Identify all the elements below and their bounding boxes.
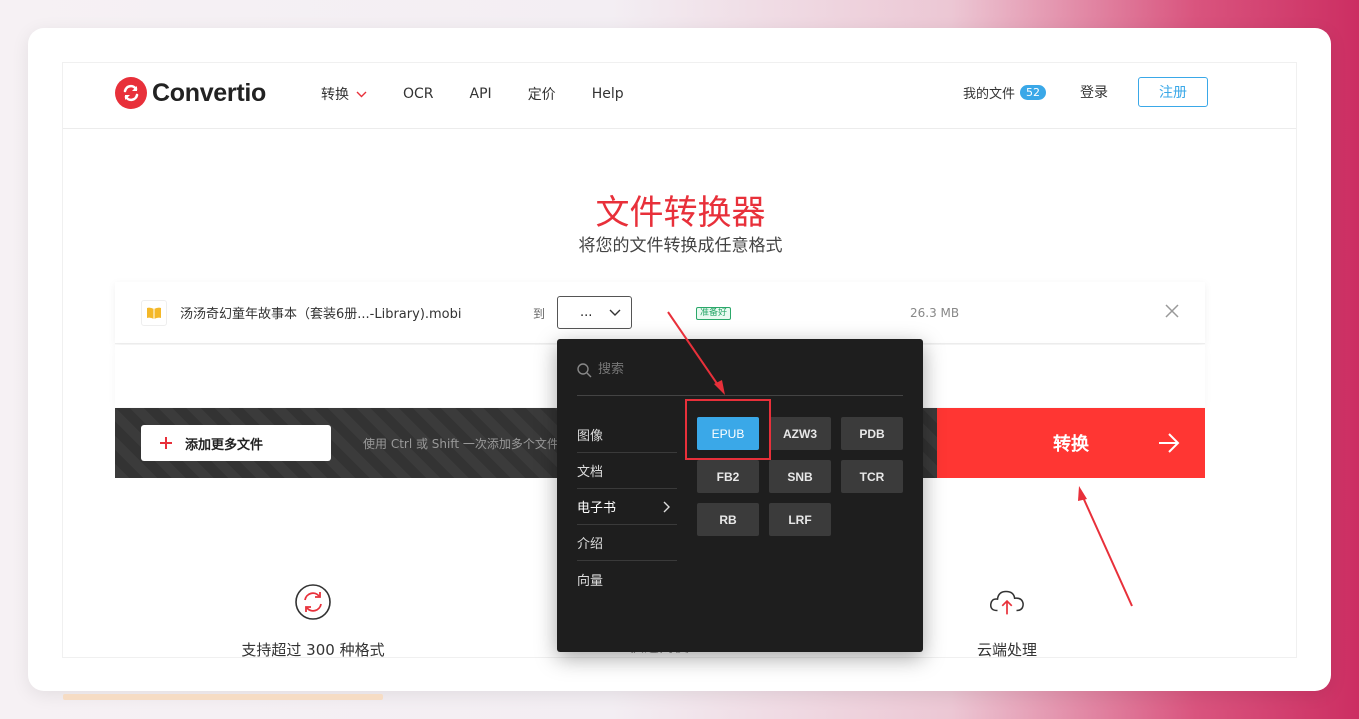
multi-select-hint: 使用 Ctrl 或 Shift 一次添加多个文件 (363, 437, 559, 451)
chevron-down-icon (609, 309, 621, 316)
status-badge: 准备好 (696, 307, 732, 320)
my-files-link[interactable]: 我的文件 52 (963, 83, 1046, 102)
logo-icon (115, 77, 147, 109)
logo-text: Convertio (152, 78, 266, 107)
page-subtitle: 将您的文件转换成任意格式 (578, 236, 783, 256)
feature-formats: 支持超过 300 种格式 (203, 583, 423, 658)
annotation-highlight-box (685, 399, 771, 460)
convertio-logo[interactable]: Convertio (115, 77, 266, 109)
plus-icon (160, 437, 172, 449)
category-presentation[interactable]: 介绍 (577, 525, 677, 561)
feature-cloud: 云端处理 (897, 583, 1117, 658)
cloud-upload-icon (989, 590, 1024, 615)
chevron-down-icon (356, 91, 367, 97)
top-header: Convertio 转换 OCR API 定价 Help 我的文件 52 登录 … (63, 63, 1296, 129)
format-option-azw3[interactable]: AZW3 (769, 417, 831, 450)
login-link[interactable]: 登录 (1080, 82, 1108, 102)
search-icon (577, 363, 592, 378)
file-count-badge: 52 (1020, 84, 1046, 100)
format-option-tcr[interactable]: TCR (841, 460, 903, 493)
file-name: 汤汤奇幻童年故事本（套装6册...-Library).mobi (180, 307, 462, 322)
category-image[interactable]: 图像 (577, 417, 677, 453)
format-search (577, 362, 903, 396)
file-row: 汤汤奇幻童年故事本（套装6册...-Library).mobi 到 ... 准备… (115, 282, 1205, 344)
nav-convert[interactable]: 转换 (321, 84, 367, 104)
page-title: 文件转换器 (595, 193, 766, 233)
scrollbar[interactable] (63, 694, 383, 700)
format-option-fb2[interactable]: FB2 (697, 460, 759, 493)
category-vector[interactable]: 向量 (577, 561, 677, 597)
arrow-right-icon (1159, 433, 1180, 453)
feature-formats-label: 支持超过 300 种格式 (241, 641, 385, 658)
book-icon (141, 300, 167, 326)
format-option-snb[interactable]: SNB (769, 460, 831, 493)
add-more-files-label: 添加更多文件 (185, 437, 264, 453)
format-select[interactable]: ... (557, 296, 632, 329)
my-files-label: 我的文件 (962, 86, 1015, 102)
to-label: 到 (533, 307, 546, 321)
refresh-circle-icon (295, 584, 331, 620)
nav-api[interactable]: API (470, 86, 492, 102)
file-size: 26.3 MB (910, 306, 960, 320)
format-option-pdb[interactable]: PDB (841, 417, 903, 450)
category-ebook[interactable]: 电子书 (577, 489, 677, 525)
format-option-rb[interactable]: RB (697, 503, 759, 536)
chevron-right-icon (663, 501, 670, 512)
nav-pricing[interactable]: 定价 (528, 84, 556, 104)
nav-convert-label: 转换 (321, 87, 349, 103)
nav-ocr[interactable]: OCR (403, 86, 434, 102)
close-icon[interactable] (1164, 303, 1180, 319)
format-select-value: ... (580, 305, 593, 320)
signup-button[interactable]: 注册 (1138, 77, 1208, 107)
convert-label: 转换 (1053, 434, 1089, 455)
add-more-files-button[interactable]: 添加更多文件 (141, 425, 331, 461)
format-search-input[interactable] (598, 362, 888, 377)
category-list: 图像 文档 电子书 介绍 向量 (577, 417, 677, 597)
category-document[interactable]: 文档 (577, 453, 677, 489)
format-dropdown: 图像 文档 电子书 介绍 向量 EPUB AZW3 PDB FB2 SNB TC… (557, 339, 923, 652)
main-nav: 转换 OCR API 定价 Help (321, 84, 660, 104)
nav-help[interactable]: Help (592, 86, 624, 102)
convert-button[interactable]: 转换 (937, 408, 1205, 478)
feature-cloud-label: 云端处理 (976, 641, 1037, 658)
format-option-lrf[interactable]: LRF (769, 503, 831, 536)
header-right: 我的文件 52 登录 注册 (963, 77, 1208, 107)
